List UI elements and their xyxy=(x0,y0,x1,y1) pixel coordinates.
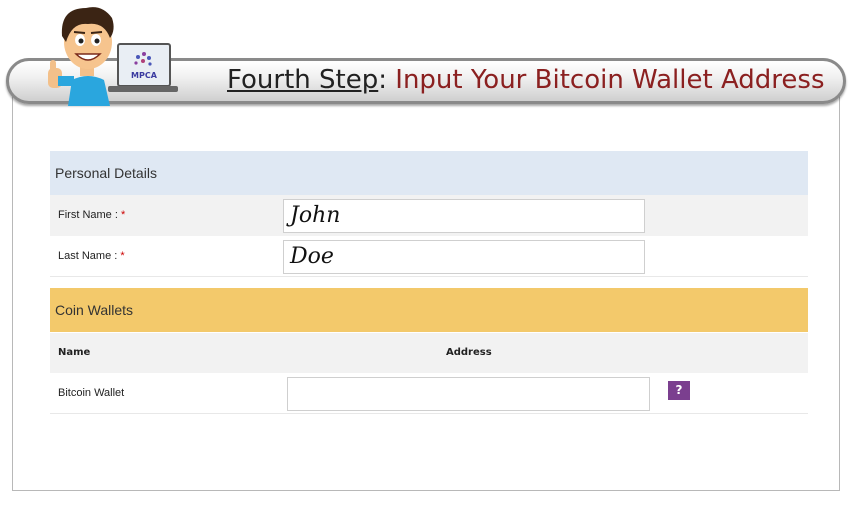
step-prefix: Fourth Step xyxy=(227,65,379,95)
step-title: Input Your Bitcoin Wallet Address xyxy=(395,65,825,95)
last-name-field[interactable]: Doe xyxy=(283,240,645,274)
last-name-value: Doe xyxy=(290,244,334,269)
banner-title: Fourth Step: Input Your Bitcoin Wallet A… xyxy=(227,63,824,97)
required-mark: * xyxy=(120,209,126,221)
personal-details-header: Personal Details xyxy=(50,151,808,195)
step-colon: : xyxy=(378,65,388,95)
bitcoin-wallet-row: Bitcoin Wallet ? xyxy=(50,373,808,414)
logo-text: MPCA xyxy=(131,71,158,80)
coin-table-header: Name Address xyxy=(50,333,808,373)
coin-wallets-header: Coin Wallets xyxy=(50,288,808,332)
wallet-name: Bitcoin Wallet xyxy=(58,387,125,399)
first-name-field[interactable]: John xyxy=(283,199,645,233)
first-name-label: First Name : * xyxy=(58,209,126,221)
mascot-illustration: MPCA xyxy=(48,7,178,106)
help-button[interactable]: ? xyxy=(668,381,690,400)
column-address: Address xyxy=(446,347,492,358)
first-name-value: John xyxy=(290,203,341,228)
column-name: Name xyxy=(58,347,91,358)
required-mark: * xyxy=(120,250,125,262)
last-name-row: Last Name : * Doe xyxy=(50,236,808,277)
last-name-label: Last Name : * xyxy=(58,250,125,262)
bitcoin-address-input[interactable] xyxy=(287,377,650,411)
first-name-row: First Name : * John xyxy=(50,195,808,236)
laptop-icon xyxy=(108,43,178,92)
